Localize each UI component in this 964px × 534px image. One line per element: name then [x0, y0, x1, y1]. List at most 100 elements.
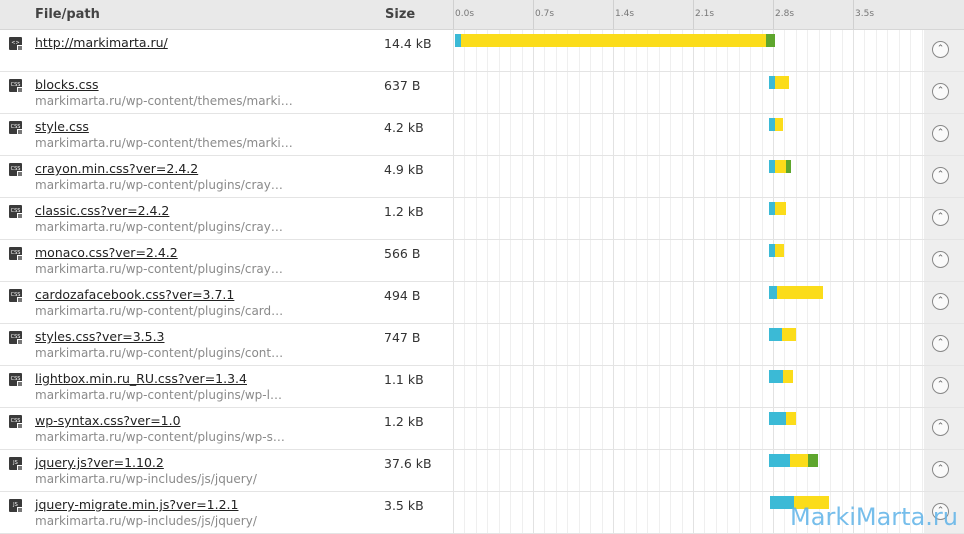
file-size: 494 B	[384, 288, 421, 303]
file-name-link[interactable]: style.css	[35, 119, 89, 134]
timing-bar-segment	[460, 34, 766, 47]
file-path: markimarta.ru/wp-includes/js/jquery/	[35, 514, 257, 528]
file-name-link[interactable]: http://markimarta.ru/	[35, 35, 168, 50]
expand-row-button[interactable]: ⌃	[932, 419, 949, 436]
file-name-link[interactable]: crayon.min.css?ver=2.4.2	[35, 161, 198, 176]
table-row[interactable]: CSS blocks.css markimarta.ru/wp-content/th…	[0, 72, 964, 114]
css-file-icon: CSS	[9, 331, 23, 345]
tick-label: 2.8s	[775, 9, 795, 19]
timing-bar-segment	[775, 76, 789, 89]
timing-bar-segment	[775, 244, 785, 257]
tick-line	[453, 0, 454, 29]
file-size: 4.2 kB	[384, 120, 424, 135]
file-path: markimarta.ru/wp-content/plugins/cont…	[35, 346, 284, 360]
timing-bar-segment	[786, 160, 792, 173]
css-file-icon: CSS	[9, 79, 23, 93]
file-path: markimarta.ru/wp-content/plugins/card…	[35, 304, 284, 318]
file-name-link[interactable]: wp-syntax.css?ver=1.0	[35, 413, 181, 428]
file-name-link[interactable]: lightbox.min.ru_RU.css?ver=1.3.4	[35, 371, 247, 386]
tick-line	[773, 0, 775, 29]
css-file-icon: CSS	[9, 247, 23, 261]
file-name-link[interactable]: classic.css?ver=2.4.2	[35, 203, 169, 218]
js-file-icon: JS	[9, 457, 23, 471]
expand-row-button[interactable]: ⌃	[932, 335, 949, 352]
timing-bar-segment	[769, 286, 778, 299]
expand-row-button[interactable]: ⌃	[932, 293, 949, 310]
file-size: 14.4 kB	[384, 36, 432, 51]
css-file-icon: CSS	[9, 121, 23, 135]
file-size: 37.6 kB	[384, 456, 432, 471]
timing-bar-segment	[775, 160, 787, 173]
timing-bar-segment	[789, 454, 809, 467]
css-file-icon: CSS	[9, 415, 23, 429]
table-row[interactable]: CSS classic.css?ver=2.4.2 markimarta.ru/wp…	[0, 198, 964, 240]
timing-bar-segment	[781, 328, 796, 341]
file-size: 1.2 kB	[384, 204, 424, 219]
expand-row-button[interactable]: ⌃	[932, 251, 949, 268]
file-size: 747 B	[384, 330, 421, 345]
timing-bar-segment	[769, 370, 784, 383]
timing-bar-segment	[783, 370, 794, 383]
table-row[interactable]: JS jquery.js?ver=1.10.2 markimarta.ru/wp-i…	[0, 450, 964, 492]
timing-bar-segment	[775, 118, 784, 131]
tick-line	[533, 0, 534, 29]
timing-bar-segment	[786, 412, 796, 425]
expand-row-button[interactable]: ⌃	[932, 377, 949, 394]
file-name-link[interactable]: jquery-migrate.min.js?ver=1.2.1	[35, 497, 238, 512]
expand-row-button[interactable]: ⌃	[932, 461, 949, 478]
tick-line	[693, 0, 695, 29]
table-row[interactable]: CSS lightbox.min.ru_RU.css?ver=1.3.4 marki…	[0, 366, 964, 408]
expand-row-button[interactable]: ⌃	[932, 83, 949, 100]
file-size: 566 B	[384, 246, 421, 261]
timing-bar-segment	[769, 328, 782, 341]
file-name-link[interactable]: cardozafacebook.css?ver=3.7.1	[35, 287, 234, 302]
table-row[interactable]: CSS cardozafacebook.css?ver=3.7.1 markimar…	[0, 282, 964, 324]
file-path: markimarta.ru/wp-content/themes/marki…	[35, 94, 293, 108]
file-path: markimarta.ru/wp-content/plugins/wp-l…	[35, 388, 282, 402]
timing-bar-segment	[765, 34, 776, 47]
table-row[interactable]: CSS monaco.css?ver=2.4.2 markimarta.ru/wp-…	[0, 240, 964, 282]
timing-bar-segment	[775, 202, 787, 215]
file-path: markimarta.ru/wp-content/plugins/cray…	[35, 178, 283, 192]
table-row[interactable]: CSS styles.css?ver=3.5.3 markimarta.ru/wp-…	[0, 324, 964, 366]
table-row[interactable]: CSS crayon.min.css?ver=2.4.2 markimarta.ru…	[0, 156, 964, 198]
tick-line	[853, 0, 855, 29]
tick-line	[613, 0, 615, 29]
timing-bar-segment	[777, 286, 824, 299]
file-name-link[interactable]: jquery.js?ver=1.10.2	[35, 455, 164, 470]
file-path-column-header[interactable]: File/path	[35, 7, 100, 22]
file-size: 637 B	[384, 78, 421, 93]
tick-label: 1.4s	[615, 9, 635, 19]
file-path: markimarta.ru/wp-content/plugins/cray…	[35, 220, 283, 234]
file-size: 1.1 kB	[384, 372, 424, 387]
html-file-icon: <>	[9, 37, 23, 51]
file-name-link[interactable]: monaco.css?ver=2.4.2	[35, 245, 178, 260]
file-name-link[interactable]: blocks.css	[35, 77, 99, 92]
timing-bar-segment	[769, 412, 787, 425]
css-file-icon: CSS	[9, 163, 23, 177]
tick-label: 2.1s	[695, 9, 715, 19]
expand-row-button[interactable]: ⌃	[932, 209, 949, 226]
size-column-header[interactable]: Size	[385, 7, 415, 22]
file-size: 1.2 kB	[384, 414, 424, 429]
js-file-icon: JS	[9, 499, 23, 513]
timing-bar-segment	[808, 454, 819, 467]
file-path: markimarta.ru/wp-content/themes/marki…	[35, 136, 293, 150]
expand-row-button[interactable]: ⌃	[932, 41, 949, 58]
table-row[interactable]: CSS wp-syntax.css?ver=1.0 markimarta.ru/wp…	[0, 408, 964, 450]
css-file-icon: CSS	[9, 205, 23, 219]
file-name-link[interactable]: styles.css?ver=3.5.3	[35, 329, 165, 344]
watermark: MarkiMarta.ru	[790, 503, 958, 531]
file-size: 4.9 kB	[384, 162, 424, 177]
tick-label: 0.0s	[455, 9, 475, 19]
table-header: File/path Size 0.0s 0.7s 1.4s 2.1s 2.8s 3.5s	[0, 0, 964, 30]
css-file-icon: CSS	[9, 289, 23, 303]
tick-label: 3.5s	[855, 9, 875, 19]
expand-row-button[interactable]: ⌃	[932, 167, 949, 184]
expand-row-button[interactable]: ⌃	[932, 125, 949, 142]
tick-label: 0.7s	[535, 9, 555, 19]
timing-bar-segment	[769, 454, 790, 467]
table-row[interactable]: <> http://markimarta.ru/14.4 kB ⌃	[0, 30, 964, 72]
file-path: markimarta.ru/wp-includes/js/jquery/	[35, 472, 257, 486]
table-row[interactable]: CSS style.css markimarta.ru/wp-content/the…	[0, 114, 964, 156]
